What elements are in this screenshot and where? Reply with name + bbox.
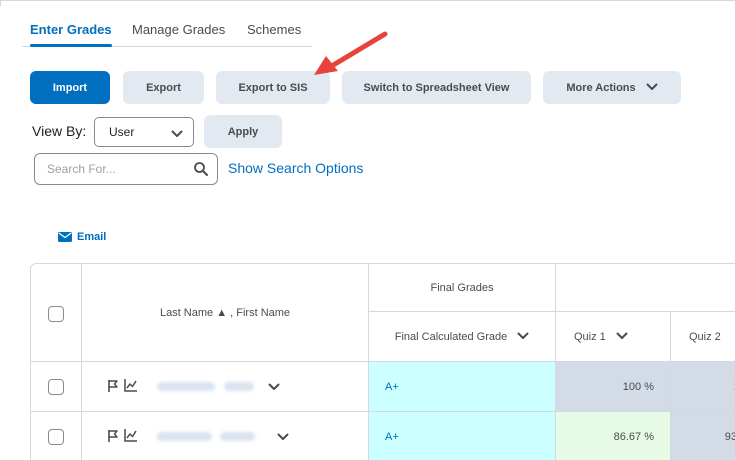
content-border (0, 0, 735, 6)
view-by-select[interactable]: User (94, 117, 194, 147)
table-row-name-cell (82, 362, 369, 412)
search-box (34, 153, 218, 185)
show-search-options-link[interactable]: Show Search Options (228, 160, 363, 176)
quiz-1-value: 100 % (622, 380, 654, 393)
import-button[interactable]: Import (30, 71, 110, 104)
active-tab-indicator (30, 44, 112, 47)
table-row-name-cell (82, 412, 369, 460)
quiz-2-column-header[interactable]: Quiz 2 (671, 312, 735, 362)
chevron-down-icon (171, 127, 183, 141)
tab-manage-grades[interactable]: Manage Grades (132, 22, 225, 37)
quiz-2-label: Quiz 2 (689, 330, 721, 343)
quiz-1-label: Quiz 1 (574, 330, 606, 343)
chevron-down-icon[interactable] (616, 331, 628, 343)
quiz-2-value: 93. (724, 430, 735, 443)
final-grade-cell[interactable]: A+ (369, 362, 556, 412)
final-calculated-grade-header[interactable]: Final Calculated Grade (369, 312, 556, 362)
chevron-down-icon[interactable] (277, 433, 289, 441)
annotation-arrow-icon (314, 31, 388, 75)
email-button[interactable]: Email (58, 231, 106, 243)
tab-schemes[interactable]: Schemes (247, 22, 301, 37)
chevron-down-icon (646, 82, 658, 94)
apply-button-label: Apply (227, 125, 259, 138)
row-checkbox-cell (31, 412, 82, 460)
chevron-down-icon[interactable] (268, 383, 280, 391)
apply-button[interactable]: Apply (204, 115, 282, 148)
final-grade-value: A+ (385, 430, 399, 443)
export-to-sis-button-label: Export to SIS (238, 81, 308, 94)
quiz-2-grade-cell[interactable]: 1 (671, 362, 735, 412)
quiz-1-grade-cell[interactable]: 86.67 % (556, 412, 671, 460)
final-calculated-grade-label: Final Calculated Grade (394, 330, 508, 343)
row-checkbox[interactable] (48, 429, 64, 445)
export-button-label: Export (146, 81, 181, 94)
name-column-header-label: Last Name ▲ , First Name (159, 306, 291, 319)
redacted-name (224, 382, 254, 391)
progress-chart-icon[interactable] (124, 428, 138, 442)
flag-icon[interactable] (107, 379, 119, 393)
grades-table: Last Name ▲ , First Name Final Grades Fi… (30, 263, 735, 460)
envelope-icon (58, 232, 72, 242)
more-actions-label: More Actions (566, 81, 636, 94)
switch-to-spreadsheet-label: Switch to Spreadsheet View (363, 81, 510, 94)
select-all-cell (31, 264, 82, 362)
name-column-header[interactable]: Last Name ▲ , First Name (82, 264, 369, 362)
export-button[interactable]: Export (123, 71, 204, 104)
row-checkbox[interactable] (48, 379, 64, 395)
chevron-down-icon[interactable] (517, 331, 529, 343)
import-button-label: Import (52, 81, 88, 94)
redacted-name (157, 432, 212, 441)
view-by-selected-value: User (109, 125, 135, 139)
tab-bar: Enter Grades Manage Grades Schemes (22, 18, 312, 47)
select-all-checkbox[interactable] (48, 306, 64, 322)
redacted-name (157, 382, 215, 391)
final-grade-cell[interactable]: A+ (369, 412, 556, 460)
quiz-2-grade-cell[interactable]: 93. (671, 412, 735, 460)
quiz-1-column-header[interactable]: Quiz 1 (556, 312, 671, 362)
final-grades-header-label: Final Grades (430, 281, 494, 294)
redacted-name (220, 432, 255, 441)
grade-items-group-header (556, 264, 735, 312)
more-actions-button[interactable]: More Actions (543, 71, 681, 104)
search-icon[interactable] (193, 161, 209, 182)
view-by-label: View By: (32, 123, 87, 139)
final-grade-value: A+ (385, 380, 399, 393)
quiz-1-value: 86.67 % (613, 430, 654, 443)
search-input[interactable] (45, 161, 189, 177)
email-label: Email (77, 231, 107, 243)
tab-enter-grades[interactable]: Enter Grades (30, 22, 112, 37)
quiz-1-grade-cell[interactable]: 100 % (556, 362, 671, 412)
flag-icon[interactable] (107, 429, 119, 443)
row-checkbox-cell (31, 362, 82, 412)
progress-chart-icon[interactable] (124, 378, 138, 392)
final-grades-group-header: Final Grades (369, 264, 556, 312)
